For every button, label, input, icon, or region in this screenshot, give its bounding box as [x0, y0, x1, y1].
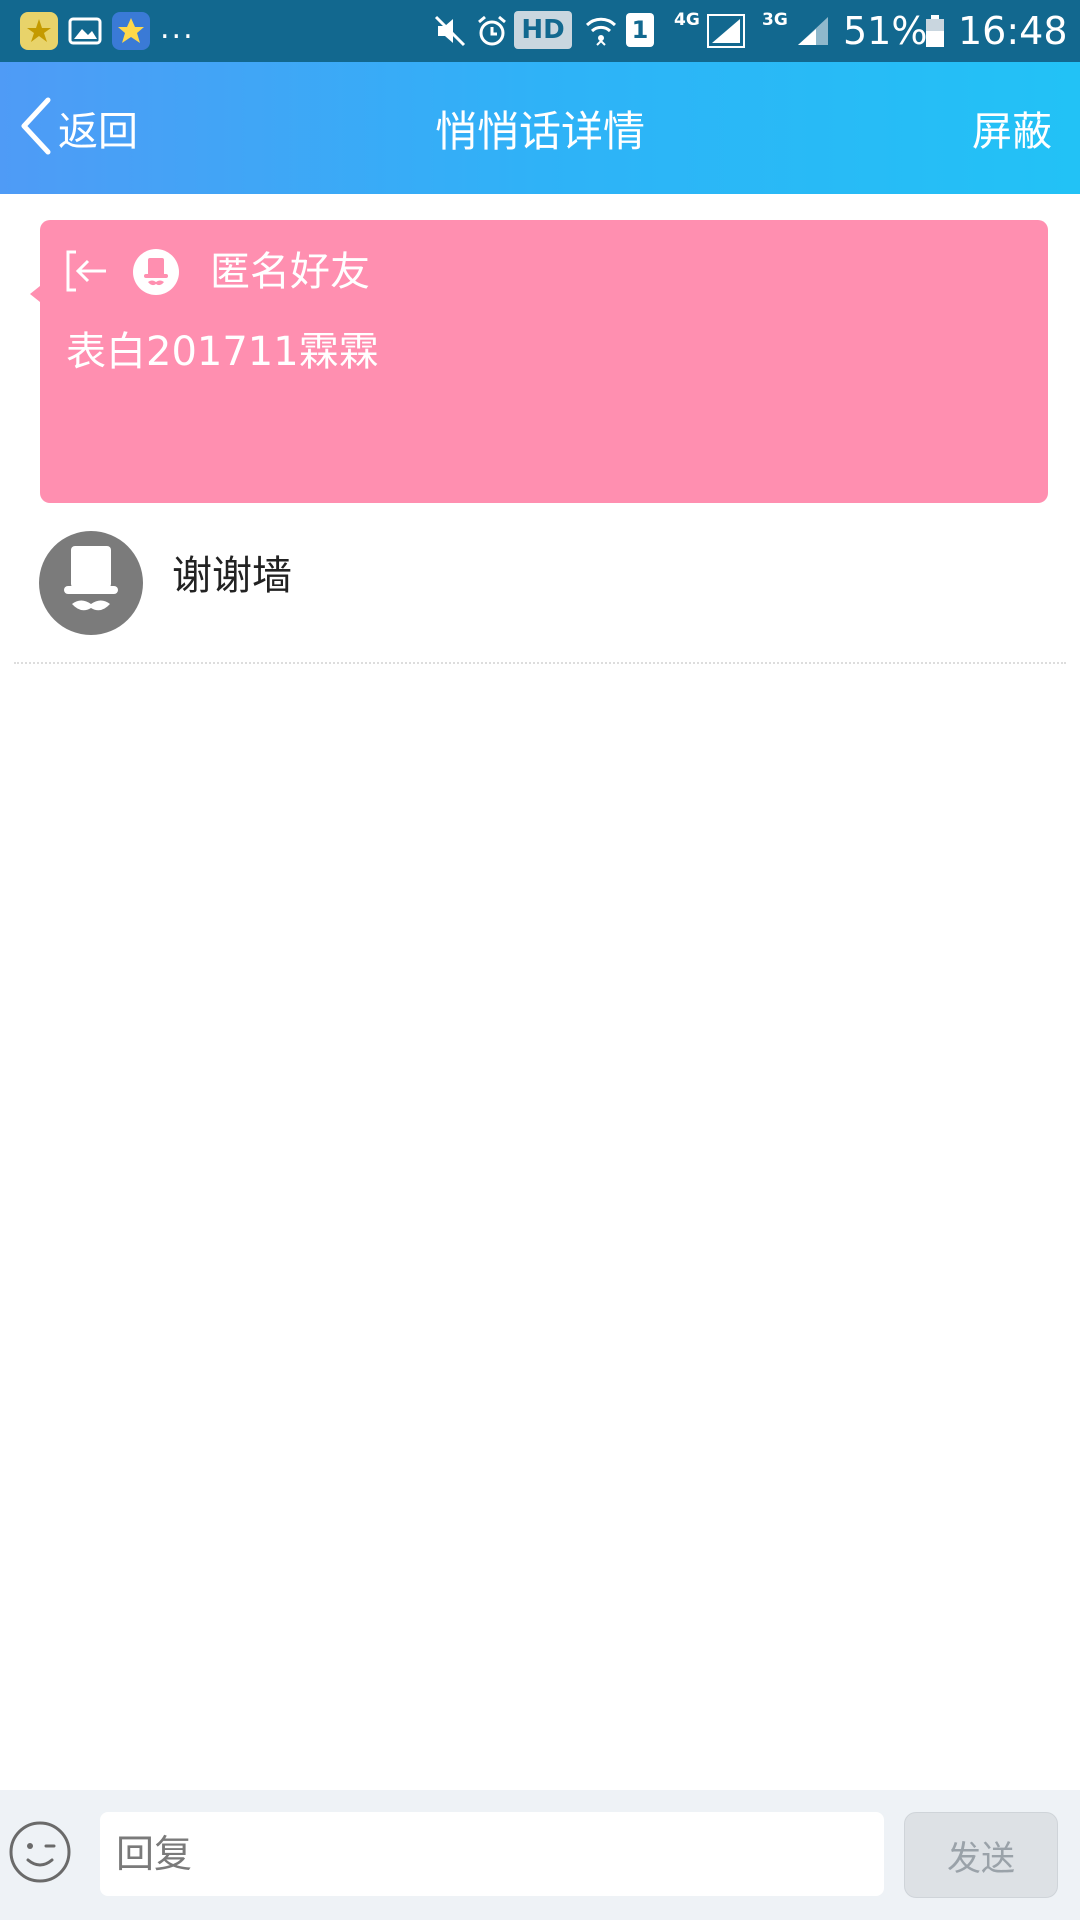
- alarm-icon: [474, 0, 510, 62]
- qq-app-icon: [20, 12, 58, 50]
- gallery-icon: [66, 12, 104, 50]
- more-notifications-indicator: ...: [160, 11, 195, 46]
- network-3g-label: 3G: [762, 10, 788, 30]
- emoji-icon[interactable]: [8, 1820, 72, 1884]
- sim-slot-badge: 1: [626, 13, 654, 47]
- wifi-icon: [584, 0, 618, 62]
- mute-icon: [432, 0, 468, 62]
- reply-bar: 发送: [0, 1790, 1080, 1920]
- card-message-text: 表白201711霖霖: [66, 329, 379, 375]
- signal-icon: [706, 0, 746, 62]
- chevron-left-icon: [18, 96, 54, 160]
- reply-input[interactable]: [100, 1812, 884, 1896]
- battery-icon: [924, 0, 946, 62]
- whisper-card: 匿名好友 表白201711霖霖: [30, 220, 1048, 503]
- card-sender-name: 匿名好友: [210, 249, 370, 295]
- signal-secondary-icon: [796, 0, 830, 62]
- hd-badge: HD: [514, 11, 572, 49]
- status-bar: ... HD 1 4G 3G 51% 16:48: [0, 0, 1080, 62]
- screen: ... HD 1 4G 3G 51% 16:48 返回 悄悄话详情 屏蔽 匿名好…: [0, 0, 1080, 1920]
- wall-name: 谢谢墙: [172, 553, 292, 599]
- page-title: 悄悄话详情: [434, 106, 645, 156]
- divider: [14, 662, 1066, 664]
- send-button[interactable]: 发送: [904, 1812, 1058, 1898]
- exit-icon[interactable]: [64, 248, 110, 294]
- block-button[interactable]: 屏蔽: [972, 90, 1052, 166]
- back-button[interactable]: 返回: [18, 90, 138, 166]
- anonymous-avatar-icon: [132, 248, 180, 296]
- card-tail: [30, 286, 40, 302]
- battery-percent: 51%: [843, 9, 928, 53]
- clock: 16:48: [958, 9, 1068, 53]
- header-bar: 返回 悄悄话详情 屏蔽: [0, 62, 1080, 194]
- back-label: 返回: [58, 109, 138, 155]
- wall-list-item[interactable]: 谢谢墙: [0, 520, 1080, 660]
- star-app-icon: [112, 12, 150, 50]
- network-4g-label: 4G: [674, 10, 700, 30]
- wall-avatar-icon: [38, 530, 144, 636]
